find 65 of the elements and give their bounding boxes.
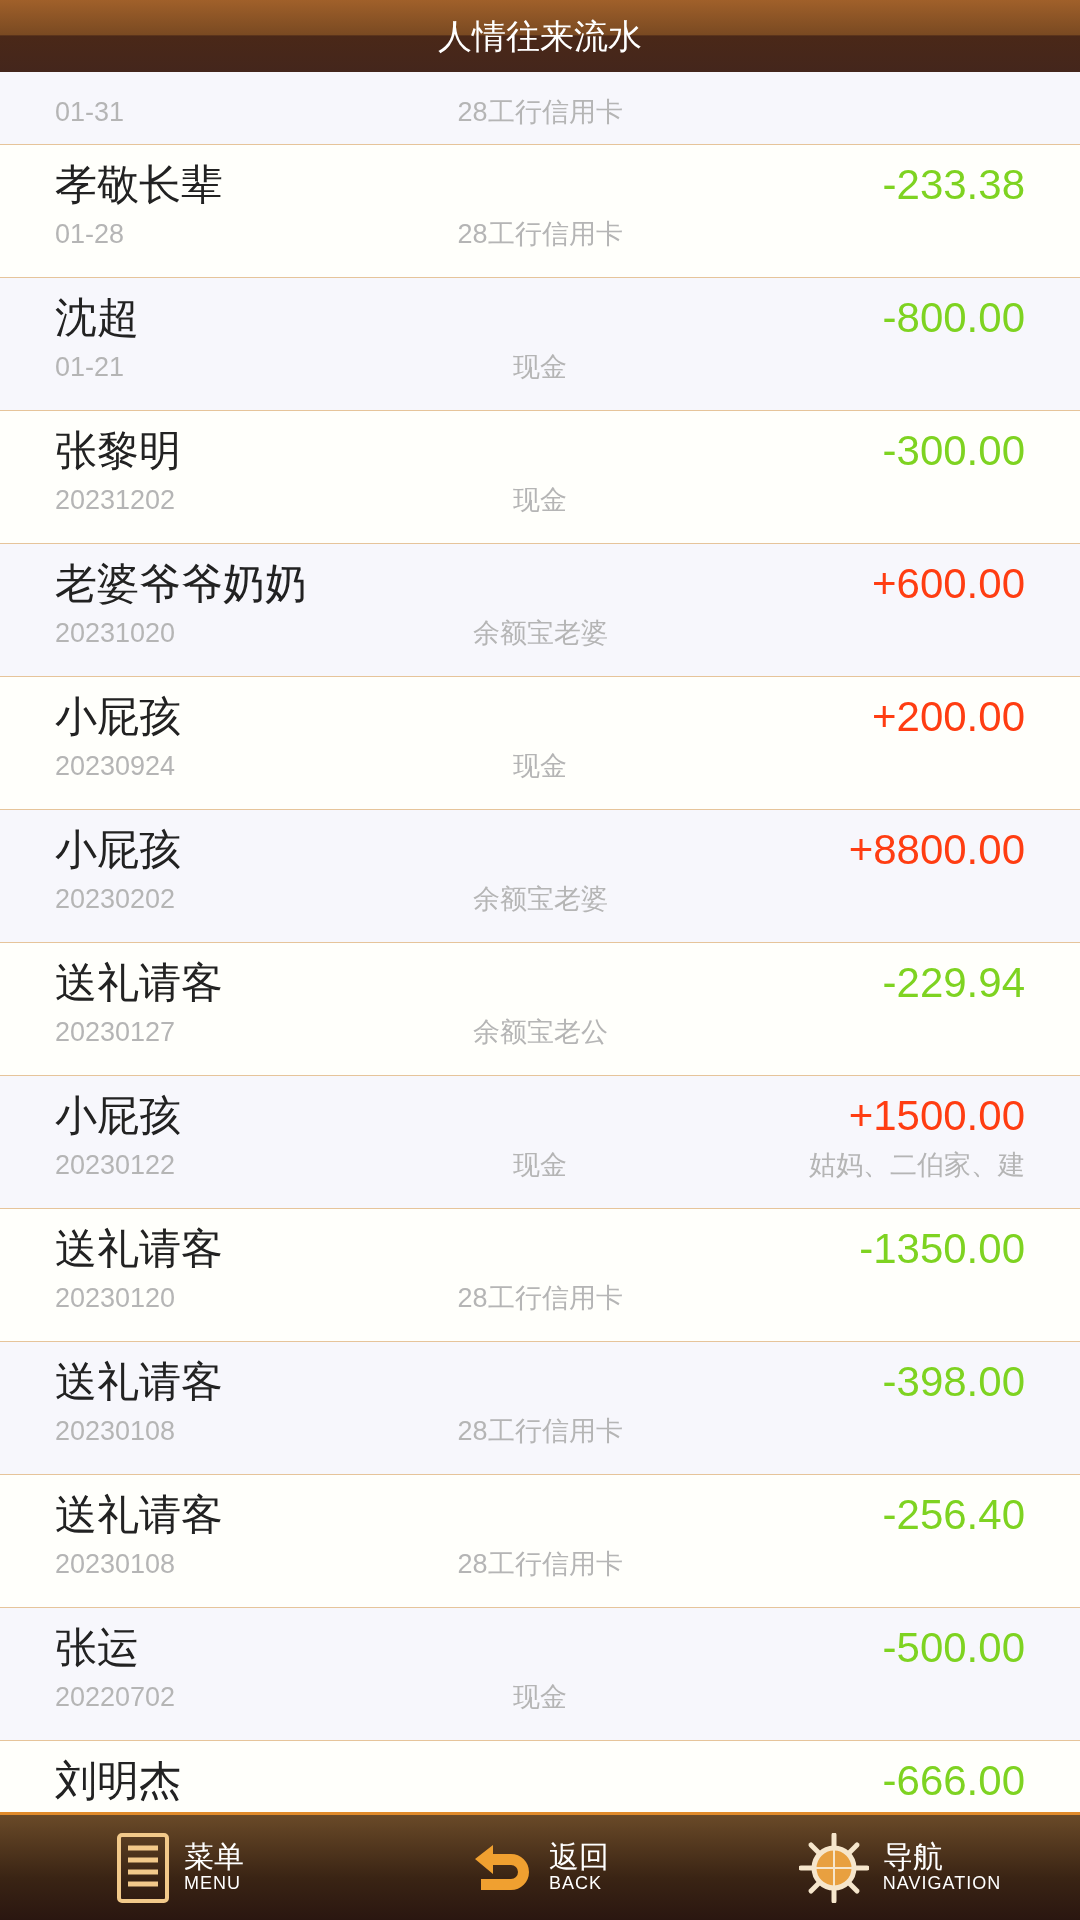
date-text: 01-28 (55, 217, 126, 251)
name-text: 送礼请客 (55, 1224, 223, 1274)
nav-button[interactable]: 返回 BACK (360, 1815, 720, 1920)
name-text: 沈超 (55, 293, 139, 343)
account-text: 现金 (513, 483, 567, 517)
date-text: 20230120 (55, 1281, 177, 1315)
page-title: 人情往来流水 (438, 15, 642, 57)
account-text: 28工行信用卡 (457, 96, 623, 129)
account-text: 现金 (513, 1148, 567, 1182)
list-row[interactable]: 小屁孩 +1500.00 20230122 现金 姑妈、二伯家、建 (0, 1076, 1080, 1209)
date-text: 20231202 (55, 483, 177, 517)
account-text: 28工行信用卡 (457, 1547, 623, 1581)
amount-text: -300.00 (882, 426, 1025, 476)
list-row[interactable]: 沈超 -800.00 01-21 现金 (0, 278, 1080, 411)
amount-text: -229.94 (882, 958, 1025, 1008)
nav-button[interactable]: 导航 NAVIGATION (720, 1815, 1080, 1920)
amount-text: -398.00 (882, 1357, 1025, 1407)
date-text: 20220702 (55, 1680, 177, 1714)
date-text: 01-31 (55, 96, 126, 129)
list-row[interactable]: 送礼请客 -398.00 20230108 28工行信用卡 (0, 1342, 1080, 1475)
name-text: 老婆爷爷奶奶 (55, 559, 307, 609)
name-text: 送礼请客 (55, 958, 223, 1008)
date-text: 20230202 (55, 882, 177, 916)
amount-text: +8800.00 (848, 825, 1025, 875)
name-text: 送礼请客 (55, 1490, 223, 1540)
amount-text: +1500.00 (848, 1091, 1025, 1141)
amount-text: -500.00 (882, 1623, 1025, 1673)
date-text: 20231020 (55, 616, 177, 650)
name-text: 张黎明 (55, 426, 181, 476)
list-row[interactable]: 小屁孩 +8800.00 20230202 余额宝老婆 (0, 810, 1080, 943)
note-text: 姑妈、二伯家、建 (808, 1148, 1025, 1182)
ship-wheel-icon (798, 1832, 869, 1903)
amount-text: +600.00 (872, 559, 1025, 609)
list-row[interactable]: 老婆爷爷奶奶 +600.00 20231020 余额宝老婆 (0, 544, 1080, 677)
name-text: 刘明杰 (55, 1756, 181, 1806)
amount-text: -800.00 (882, 293, 1025, 343)
account-text: 现金 (513, 1680, 567, 1714)
name-text: 孝敬长辈 (55, 160, 223, 210)
amount-text: -256.40 (882, 1490, 1025, 1540)
date-text: 20230122 (55, 1148, 177, 1182)
name-text: 张运 (55, 1623, 139, 1673)
nav-button[interactable]: 菜单 MENU (0, 1815, 360, 1920)
account-text: 余额宝老婆 (472, 616, 608, 650)
amount-text: -233.38 (882, 160, 1025, 210)
account-text: 余额宝老公 (472, 1015, 608, 1049)
name-text: 小屁孩 (55, 825, 181, 875)
account-text: 现金 (513, 350, 567, 384)
date-text: 01-21 (55, 350, 126, 384)
account-text: 28工行信用卡 (457, 1281, 623, 1315)
amount-text: -666.00 (882, 1756, 1025, 1806)
name-text: 小屁孩 (55, 692, 181, 742)
account-text: 28工行信用卡 (457, 1414, 623, 1448)
amount-text: -1350.00 (859, 1224, 1025, 1274)
date-text: 20230127 (55, 1015, 177, 1049)
name-text: 小屁孩 (55, 1091, 181, 1141)
list-row[interactable]: 张运 -500.00 20220702 现金 (0, 1608, 1080, 1741)
date-text: 20230108 (55, 1414, 177, 1448)
account-text: 28工行信用卡 (457, 217, 623, 251)
amount-text: +200.00 (872, 692, 1025, 742)
name-text: 送礼请客 (55, 1357, 223, 1407)
date-text: 20230924 (55, 749, 177, 783)
account-text: 余额宝老婆 (472, 882, 608, 916)
account-text: 现金 (513, 749, 567, 783)
menu-icon (116, 1831, 170, 1904)
date-text: 20230108 (55, 1547, 177, 1581)
